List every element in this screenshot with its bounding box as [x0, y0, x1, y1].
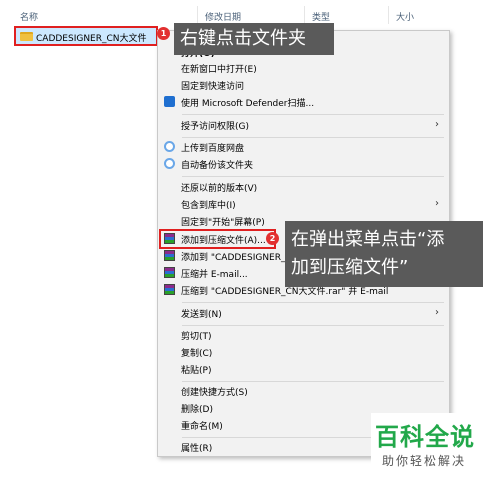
chevron-right-icon: ›	[435, 198, 439, 209]
menu-item-label: 剪切(T)	[181, 332, 212, 342]
highlight-add-to-archive	[159, 229, 276, 249]
menu-item-label: 压缩并 E-mail...	[181, 270, 248, 280]
column-date[interactable]: 修改日期	[205, 10, 241, 23]
callout-step-1: 右键点击文件夹	[174, 23, 334, 55]
column-divider[interactable]	[197, 6, 198, 24]
column-size[interactable]: 大小	[396, 10, 414, 23]
menu-item-label: 发送到(N)	[181, 310, 222, 320]
menu-item-pin-quick-access[interactable]: 固定到快速访问	[158, 76, 449, 94]
callout-line-2: 加到压缩文件”	[291, 257, 409, 278]
folder-icon	[20, 32, 33, 41]
watermark-title: 百科全说	[375, 423, 475, 451]
menu-item-label: 上传到百度网盘	[181, 144, 245, 154]
menu-separator	[182, 176, 444, 177]
menu-item-create-shortcut[interactable]: 创建快捷方式(S)	[158, 382, 449, 400]
menu-item-label: 自动备份该文件夹	[181, 161, 254, 171]
menu-item-label: 在新窗口中打开(E)	[181, 65, 257, 75]
callout-line-1: 在弹出菜单点击“添	[291, 229, 445, 250]
menu-item-include-library[interactable]: 包含到库中(I) ›	[158, 195, 449, 213]
winrar-icon	[164, 284, 175, 295]
menu-item-label: 复制(C)	[181, 349, 213, 359]
column-type[interactable]: 类型	[312, 10, 330, 23]
menu-item-label: 还原以前的版本(V)	[181, 184, 258, 194]
chevron-right-icon: ›	[435, 307, 439, 318]
chevron-right-icon: ›	[435, 119, 439, 130]
menu-item-label: 属性(R)	[181, 444, 213, 454]
callout-step-2: 在弹出菜单点击“添 加到压缩文件”	[285, 221, 483, 287]
menu-item-label: 创建快捷方式(S)	[181, 388, 248, 398]
menu-item-label: 粘贴(P)	[181, 366, 212, 376]
menu-item-label: 包含到库中(I)	[181, 201, 236, 211]
column-name[interactable]: 名称	[20, 10, 38, 23]
menu-item-open-new-window[interactable]: 在新窗口中打开(E)	[158, 59, 449, 77]
menu-item-paste[interactable]: 粘贴(P)	[158, 360, 449, 378]
menu-separator	[182, 114, 444, 115]
defender-shield-icon	[164, 96, 175, 107]
column-divider[interactable]	[304, 6, 305, 24]
menu-item-label: 使用 Microsoft Defender扫描...	[181, 99, 315, 109]
menu-item-send-to[interactable]: 发送到(N) ›	[158, 304, 449, 322]
menu-item-cut[interactable]: 剪切(T)	[158, 326, 449, 344]
file-name: CADDESIGNER_CN大文件	[36, 34, 147, 44]
winrar-icon	[164, 267, 175, 278]
menu-item-label: 固定到"开始"屏幕(P)	[181, 218, 265, 228]
menu-item-label: 授予访问权限(G)	[181, 122, 249, 132]
baidu-cloud-icon	[164, 141, 175, 152]
watermark-subtitle: 助你轻松解决	[382, 454, 467, 468]
menu-item-copy[interactable]: 复制(C)	[158, 343, 449, 361]
menu-item-grant-access[interactable]: 授予访问权限(G) ›	[158, 116, 449, 134]
menu-item-label: 重命名(M)	[181, 422, 223, 432]
step-badge-2: 2	[266, 232, 279, 245]
winrar-icon	[164, 250, 175, 261]
watermark-logo: 百科全说 助你轻松解决	[371, 413, 495, 475]
file-row-selected[interactable]: CADDESIGNER_CN大文件	[14, 26, 158, 46]
baidu-cloud-icon	[164, 158, 175, 169]
column-divider[interactable]	[388, 6, 389, 24]
menu-item-label: 删除(D)	[181, 405, 213, 415]
menu-item-restore-versions[interactable]: 还原以前的版本(V)	[158, 178, 449, 196]
step-badge-1: 1	[157, 27, 170, 40]
menu-separator	[182, 302, 444, 303]
menu-item-upload-baidu[interactable]: 上传到百度网盘	[158, 138, 449, 156]
menu-item-label: 固定到快速访问	[181, 82, 245, 92]
menu-item-defender-scan[interactable]: 使用 Microsoft Defender扫描...	[158, 93, 449, 111]
menu-item-auto-backup[interactable]: 自动备份该文件夹	[158, 155, 449, 173]
